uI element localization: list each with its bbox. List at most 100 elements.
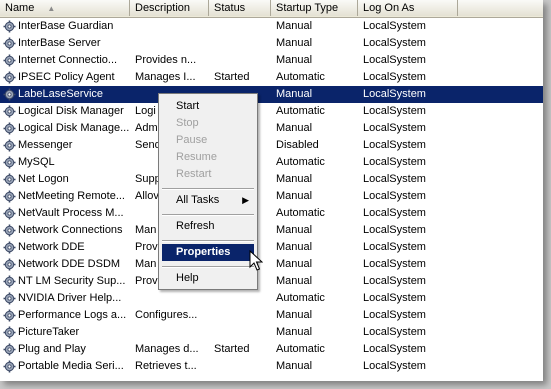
service-name: Network DDE [18,241,85,253]
gear-icon [3,71,16,84]
menu-item-refresh[interactable]: Refresh [162,218,254,235]
service-row[interactable]: Network DDE Prov Manual LocalSystem [0,239,543,256]
service-description [135,324,208,341]
service-row[interactable]: InterBase Server Manual LocalSystem [0,35,543,52]
service-row[interactable]: Net Logon Supp Manual LocalSystem [0,171,543,188]
service-startup-type: Manual [276,190,313,202]
column-header-startup-type-label: Startup Type [276,2,339,14]
menu-separator [162,188,254,190]
menu-item-label: Start [176,100,200,112]
menu-item-label: Resume [176,151,217,163]
service-row[interactable]: Logical Disk Manager Logi Automatic LocalSy… [0,103,543,120]
service-startup-type: Manual [276,37,313,49]
service-startup-type: Manual [276,54,313,66]
gear-icon [3,88,16,101]
menu-item-label: Stop [176,117,199,129]
service-startup-type: Manual [276,20,313,32]
menu-item-restart[interactable]: Restart [162,166,254,183]
service-row[interactable]: LabeLaseService Manual LocalSystem [0,86,543,103]
service-name: NetMeeting Remote... [18,190,125,202]
column-header-startup-type[interactable]: Startup Type [271,0,358,16]
column-header-log-on-as[interactable]: Log On As [358,0,458,16]
menu-item-start[interactable]: Start [162,98,254,115]
service-name: IPSEC Policy Agent [18,71,115,83]
service-log-on-as: LocalSystem [363,343,426,355]
service-row[interactable]: NetMeeting Remote... Allov Manual LocalSyst… [0,188,543,205]
service-row[interactable]: NetVault Process M... Automatic LocalSyste… [0,205,543,222]
gear-icon [3,309,16,322]
column-header-description[interactable]: Description [130,0,209,16]
menu-item-resume[interactable]: Resume [162,149,254,166]
service-startup-type: Automatic [276,207,325,219]
service-log-on-as: LocalSystem [363,37,426,49]
gear-icon [3,207,16,220]
service-row[interactable]: Internet Connectio... Provides n... Manual… [0,52,543,69]
service-row[interactable]: Network DDE DSDM Man Manual LocalSystem [0,256,543,273]
service-log-on-as: LocalSystem [363,173,426,185]
submenu-arrow-icon: ▶ [242,195,249,205]
menu-item-label: Restart [176,168,212,180]
service-startup-type: Automatic [276,71,325,83]
service-row[interactable]: Portable Media Seri... Retrieves t... Manu… [0,358,543,375]
service-log-on-as: LocalSystem [363,207,426,219]
service-row[interactable]: MySQL Automatic LocalSystem [0,154,543,171]
service-log-on-as: LocalSystem [363,122,426,134]
service-log-on-as: LocalSystem [363,360,426,372]
column-header-status-label: Status [214,2,246,14]
service-log-on-as: LocalSystem [363,54,426,66]
gear-icon [3,190,16,203]
mouse-pointer-icon [249,250,263,271]
gear-icon [3,105,16,118]
service-status [214,358,272,375]
service-status [214,52,272,69]
column-header-name[interactable]: Name ▲ [0,0,130,16]
service-name: NT LM Security Sup... [18,275,126,287]
service-row[interactable]: Plug and Play Manages d... Started Automati… [0,341,543,358]
service-row[interactable]: IPSEC Policy Agent Manages I... Started Aut… [0,69,543,86]
menu-item-properties[interactable]: Properties [162,244,254,261]
service-status: Started [214,343,250,355]
service-row[interactable]: Network Connections Man Manual LocalSystem [0,222,543,239]
service-startup-type: Manual [276,309,313,321]
service-description [135,35,208,52]
menu-item-stop[interactable]: Stop [162,115,254,132]
gear-icon [3,156,16,169]
service-row[interactable]: Messenger Send Disabled LocalSystem [0,137,543,154]
menu-item-label: Pause [176,134,208,146]
service-name: Messenger [18,139,73,151]
menu-item-help[interactable]: Help [162,270,254,287]
menu-item-label: Help [176,272,199,284]
service-startup-type: Disabled [276,139,319,151]
service-startup-type: Automatic [276,156,325,168]
gear-icon [3,343,16,356]
service-name: NVIDIA Driver Help... [18,292,122,304]
menu-item-all-tasks[interactable]: All Tasks ▶ [162,192,254,209]
service-name: LabeLaseService [18,88,104,100]
service-startup-type: Manual [276,258,313,270]
service-startup-type: Manual [276,275,313,287]
column-header-status[interactable]: Status [209,0,271,16]
service-row[interactable]: PictureTaker Manual LocalSystem [0,324,543,341]
service-name: Internet Connectio... [18,54,118,66]
service-log-on-as: LocalSystem [363,258,426,270]
column-header-log-on-as-label: Log On As [363,2,415,14]
service-name: Network Connections [18,224,123,236]
menu-separator [162,214,254,216]
gear-icon [3,241,16,254]
service-name: Plug and Play [18,343,86,355]
service-row[interactable]: InterBase Guardian Manual LocalSystem [0,18,543,35]
service-name: Performance Logs a... [18,309,127,321]
service-log-on-as: LocalSystem [363,326,426,338]
service-log-on-as: LocalSystem [363,20,426,32]
service-row[interactable]: NT LM Security Sup... Prov Manual LocalSyst… [0,273,543,290]
service-row[interactable]: Performance Logs a... Configures... Manual… [0,307,543,324]
service-row[interactable]: Logical Disk Manage... Adm Manual LocalSyst… [0,120,543,137]
service-name: MySQL [18,156,55,168]
service-name: Network DDE DSDM [18,258,121,270]
service-log-on-as: LocalSystem [363,139,426,151]
service-log-on-as: LocalSystem [363,190,426,202]
service-log-on-as: LocalSystem [363,275,426,287]
menu-item-pause[interactable]: Pause [162,132,254,149]
service-row[interactable]: NVIDIA Driver Help... Automatic LocalSyste… [0,290,543,307]
service-name: Portable Media Seri... [18,360,124,372]
